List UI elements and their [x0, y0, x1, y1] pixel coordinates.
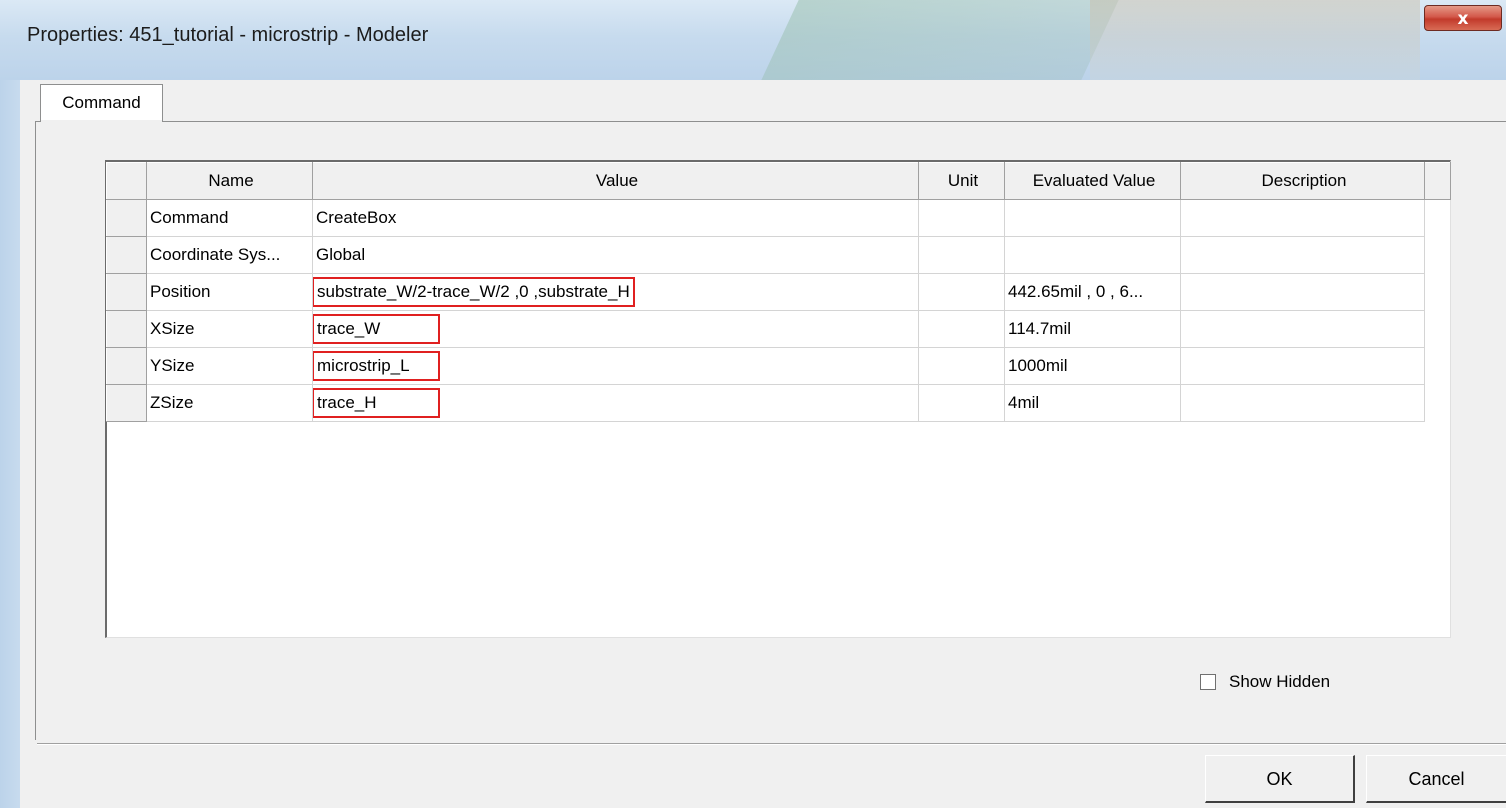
column-header-evaluated-value[interactable]: Evaluated Value	[1004, 162, 1181, 200]
cell-value[interactable]: microstrip_L	[312, 347, 919, 385]
title-bar-background-decoration	[752, 0, 1128, 80]
column-header-filler	[1424, 162, 1451, 200]
cell-value[interactable]: trace_W	[312, 310, 919, 348]
table-row[interactable]: Coordinate Sys... Global	[106, 236, 1451, 274]
cell-name: XSize	[146, 310, 313, 348]
column-header-unit[interactable]: Unit	[918, 162, 1005, 200]
highlight-box: trace_H	[312, 388, 440, 418]
cell-value[interactable]: CreateBox	[312, 199, 919, 237]
cancel-button[interactable]: Cancel	[1366, 755, 1506, 803]
cell-name: Position	[146, 273, 313, 311]
header-corner	[106, 162, 147, 200]
cell-description[interactable]	[1180, 273, 1425, 311]
table-row[interactable]: ZSize trace_H 4mil	[106, 384, 1451, 422]
title-bar-background-decoration	[1090, 0, 1420, 80]
cell-evaluated-value: 4mil	[1004, 384, 1181, 422]
column-header-name[interactable]: Name	[146, 162, 313, 200]
show-hidden-option[interactable]: Show Hidden	[1200, 672, 1330, 692]
cell-name: Command	[146, 199, 313, 237]
divider	[37, 743, 1506, 745]
row-header[interactable]	[106, 199, 147, 237]
cell-description[interactable]	[1180, 236, 1425, 274]
row-header[interactable]	[106, 347, 147, 385]
cell-value[interactable]: substrate_W/2-trace_W/2 ,0 ,substrate_H	[312, 273, 919, 311]
table-row[interactable]: XSize trace_W 114.7mil	[106, 310, 1451, 348]
cell-evaluated-value: 442.65mil , 0 , 6...	[1004, 273, 1181, 311]
cell-evaluated-value: 1000mil	[1004, 347, 1181, 385]
highlight-box: microstrip_L	[312, 351, 440, 381]
show-hidden-label: Show Hidden	[1229, 672, 1331, 691]
highlight-box: trace_W	[312, 314, 440, 344]
cell-description[interactable]	[1180, 199, 1425, 237]
table-row[interactable]: YSize microstrip_L 1000mil	[106, 347, 1451, 385]
cell-value[interactable]: trace_H	[312, 384, 919, 422]
cell-name: ZSize	[146, 384, 313, 422]
column-header-description[interactable]: Description	[1180, 162, 1425, 200]
title-bar: Properties: 451_tutorial - microstrip - …	[0, 0, 1506, 80]
cell-unit[interactable]	[918, 347, 1005, 385]
cell-evaluated-value	[1004, 236, 1181, 274]
cell-value[interactable]: Global	[312, 236, 919, 274]
cell-evaluated-value: 114.7mil	[1004, 310, 1181, 348]
cell-unit[interactable]	[918, 273, 1005, 311]
cell-description[interactable]	[1180, 347, 1425, 385]
row-header[interactable]	[106, 273, 147, 311]
row-header[interactable]	[106, 384, 147, 422]
table-row[interactable]: Position substrate_W/2-trace_W/2 ,0 ,sub…	[106, 273, 1451, 311]
cell-description[interactable]	[1180, 384, 1425, 422]
close-button[interactable]: x	[1424, 5, 1502, 31]
ok-button[interactable]: OK	[1205, 755, 1355, 803]
window-frame-left	[0, 80, 20, 808]
table-row[interactable]: Command CreateBox	[106, 199, 1451, 237]
cell-unit[interactable]	[918, 384, 1005, 422]
cell-name: YSize	[146, 347, 313, 385]
tab-command[interactable]: Command	[40, 84, 163, 122]
cell-unit[interactable]	[918, 310, 1005, 348]
cell-evaluated-value	[1004, 199, 1181, 237]
row-header[interactable]	[106, 310, 147, 348]
show-hidden-checkbox[interactable]	[1200, 674, 1216, 690]
table-header-row: Name Value Unit Evaluated Value Descript…	[106, 162, 1451, 200]
properties-table: Name Value Unit Evaluated Value Descript…	[106, 162, 1451, 422]
highlight-box: substrate_W/2-trace_W/2 ,0 ,substrate_H	[312, 277, 635, 307]
row-header[interactable]	[106, 236, 147, 274]
window-title: Properties: 451_tutorial - microstrip - …	[27, 24, 429, 46]
cell-name: Coordinate Sys...	[146, 236, 313, 274]
cell-unit[interactable]	[918, 236, 1005, 274]
cell-description[interactable]	[1180, 310, 1425, 348]
cell-unit[interactable]	[918, 199, 1005, 237]
column-header-value[interactable]: Value	[312, 162, 919, 200]
